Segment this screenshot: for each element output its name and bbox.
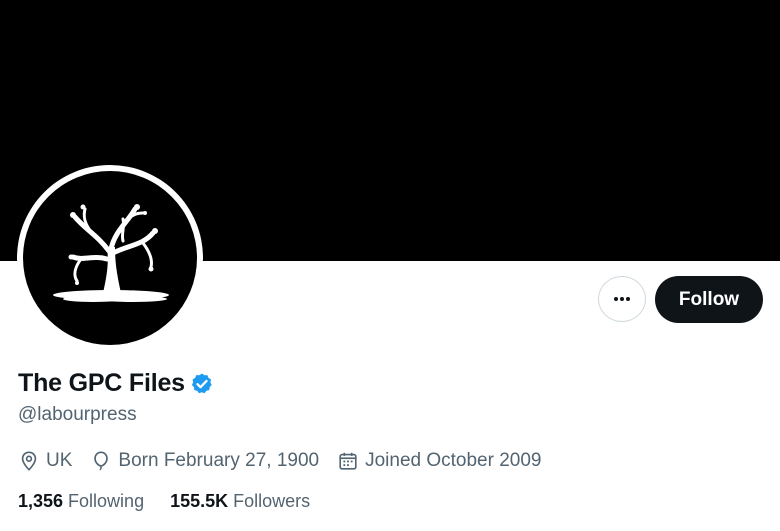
joined-item: Joined October 2009	[337, 450, 542, 472]
more-options-button[interactable]	[598, 276, 646, 322]
tree-logo-icon	[53, 204, 169, 302]
following-label: Following	[68, 491, 145, 511]
following-count: 1,356	[18, 491, 64, 511]
following-link[interactable]: 1,356 Following	[18, 491, 144, 512]
birthday-item: Born February 27, 1900	[90, 450, 319, 472]
avatar-tree-logo	[23, 171, 197, 345]
balloon-icon	[94, 451, 109, 471]
profile-handle: @labourpress	[18, 404, 137, 425]
followers-count: 155.5K	[170, 491, 229, 511]
display-name: The GPC Files	[18, 369, 185, 397]
followers-link[interactable]: 155.5K Followers	[170, 491, 310, 512]
verified-badge-icon[interactable]	[190, 372, 214, 396]
profile-meta: UK Born February 27, 1900 Joined October…	[18, 450, 560, 472]
avatar[interactable]	[17, 165, 203, 351]
more-horizontal-icon	[614, 297, 630, 301]
followers-label: Followers	[233, 491, 311, 511]
location-item: UK	[18, 450, 72, 472]
location-pin-icon	[21, 451, 37, 471]
profile-name-row: The GPC Files	[18, 369, 214, 398]
follow-button[interactable]: Follow	[655, 276, 763, 323]
birthday-text: Born February 27, 1900	[118, 450, 320, 471]
calendar-icon	[339, 452, 357, 470]
joined-text: Joined October 2009	[365, 450, 542, 471]
location-text: UK	[46, 450, 73, 471]
follow-stats: 1,356 Following 155.5K Followers	[18, 491, 336, 512]
